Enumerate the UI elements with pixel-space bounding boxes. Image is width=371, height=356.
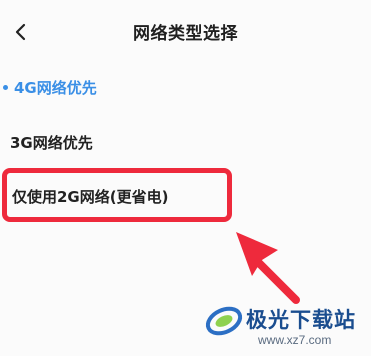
option-label: 3G网络优先	[10, 134, 93, 152]
selected-indicator	[3, 85, 8, 90]
option-4g-preferred[interactable]: 4G网络优先	[0, 66, 371, 106]
watermark-url: www.xz7.com	[258, 333, 332, 347]
option-label: 4G网络优先	[14, 79, 97, 97]
option-3g-preferred[interactable]: 3G网络优先	[0, 121, 371, 161]
page-title: 网络类型选择	[133, 24, 238, 44]
network-type-screen: 网络类型选择 4G网络优先 3G网络优先 仅使用2G网络(更省电) 极光下载站 …	[0, 0, 371, 356]
watermark-text: 极光下载站	[246, 308, 356, 332]
watermark-logo-icon	[205, 306, 243, 336]
option-2g-only[interactable]: 仅使用2G网络(更省电)	[0, 172, 371, 212]
option-label: 仅使用2G网络(更省电)	[12, 188, 169, 206]
